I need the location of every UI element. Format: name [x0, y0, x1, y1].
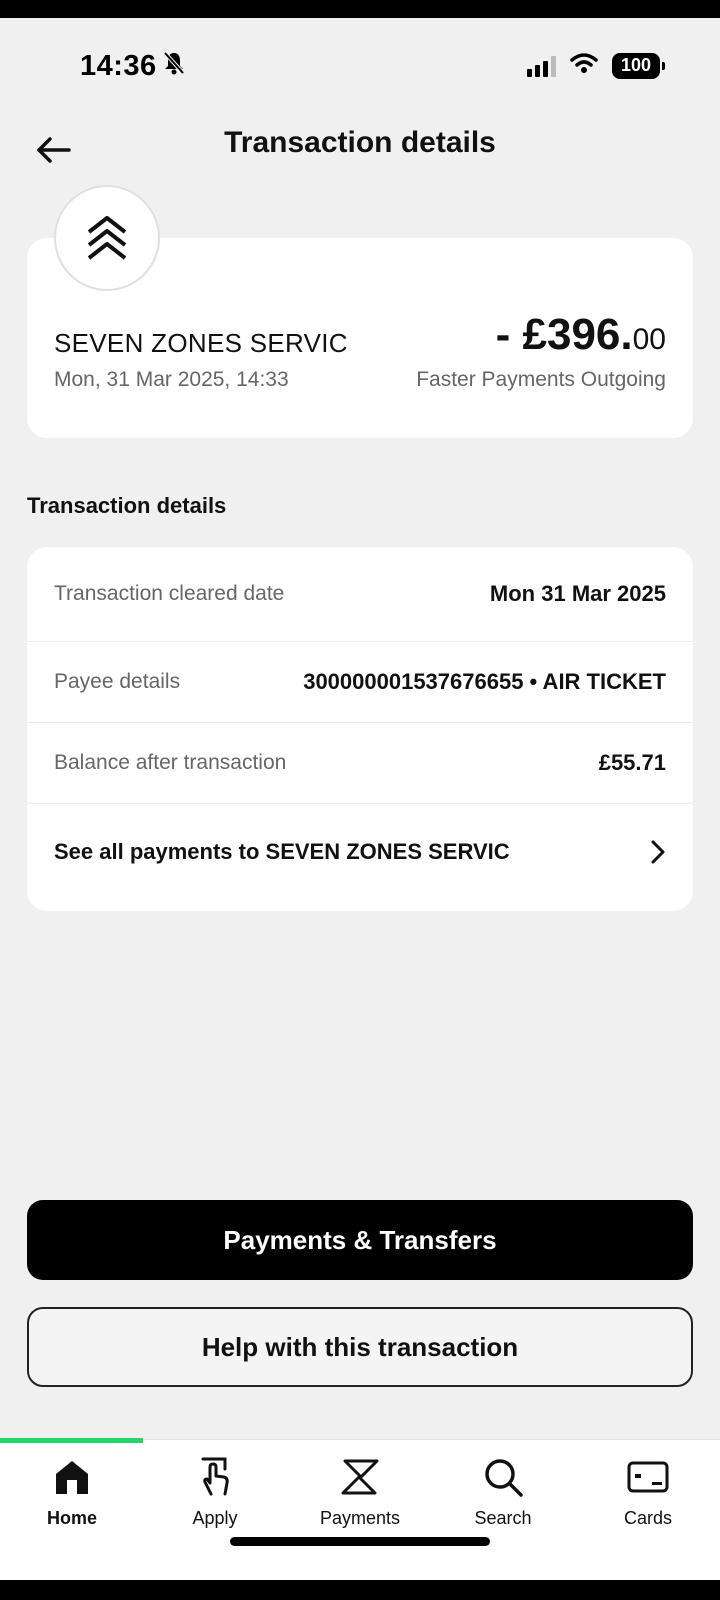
transaction-details-card: Transaction cleared date Mon 31 Mar 2025… — [27, 547, 693, 911]
cellular-signal-icon — [527, 55, 556, 77]
detail-label: Transaction cleared date — [54, 582, 285, 605]
help-with-transaction-button[interactable]: Help with this transaction — [27, 1307, 693, 1387]
search-icon — [480, 1454, 526, 1500]
nav-label: Payments — [319, 1508, 401, 1528]
battery-icon: 100 — [612, 52, 665, 79]
detail-label: Payee details — [54, 670, 181, 693]
home-indicator-bar[interactable] — [230, 1537, 490, 1546]
see-all-payments-label: See all payments to SEVEN ZONES SERVIC — [54, 839, 510, 864]
detail-value: £55.71 — [598, 750, 666, 775]
detail-label: Balance after transaction — [54, 751, 287, 774]
battery-level: 100 — [620, 55, 652, 75]
app-screen: 14:36 100 Transaction details SEVEN ZONE… — [0, 18, 720, 1580]
nav-label: Cards — [623, 1508, 672, 1528]
merchant-name: SEVEN ZONES SERVIC — [54, 328, 348, 358]
details-section-title: Transaction details — [27, 493, 227, 518]
detail-value: Mon 31 Mar 2025 — [489, 581, 666, 606]
wifi-icon — [570, 52, 598, 79]
amount-main: - £396. — [495, 310, 633, 359]
see-all-payments-link[interactable]: See all payments to SEVEN ZONES SERVIC — [27, 804, 693, 900]
transaction-type: Faster Payments Outgoing — [416, 368, 666, 391]
active-tab-indicator — [0, 1438, 143, 1443]
chevron-right-icon — [651, 840, 665, 864]
nav-item-payments[interactable]: Payments — [300, 1454, 420, 1529]
nav-label: Search — [474, 1508, 532, 1528]
nav-item-cards[interactable]: Cards — [588, 1454, 708, 1529]
silent-bell-icon — [163, 50, 185, 83]
status-icons: 100 — [527, 52, 665, 79]
bottom-navigation: Home Apply Payments Search Cards — [0, 1438, 720, 1580]
status-time: 14:36 — [80, 50, 185, 83]
page-title: Transaction details — [224, 126, 496, 159]
card-icon — [625, 1454, 671, 1500]
status-time-text: 14:36 — [80, 50, 157, 82]
detail-row-payee: Payee details 300000001537676655 • AIR T… — [27, 642, 693, 722]
detail-row-balance: Balance after transaction £55.71 — [27, 723, 693, 803]
nav-item-search[interactable]: Search — [443, 1454, 563, 1529]
nav-item-home[interactable]: Home — [12, 1454, 132, 1529]
detail-value: 300000001537676655 • AIR TICKET — [303, 669, 666, 694]
chevrons-up-icon — [87, 216, 127, 260]
payments-transfers-button[interactable]: Payments & Transfers — [27, 1200, 693, 1280]
payments-arrows-icon — [337, 1454, 383, 1500]
transaction-amount: - £396. 00 — [496, 310, 666, 360]
nav-label: Apply — [192, 1508, 238, 1528]
detail-row-cleared-date: Transaction cleared date Mon 31 Mar 2025 — [27, 547, 693, 641]
nav-label: Home — [46, 1508, 97, 1528]
transaction-datetime: Mon, 31 Mar 2025, 14:33 — [54, 368, 289, 391]
home-icon — [49, 1454, 95, 1500]
apply-hand-icon — [192, 1454, 238, 1500]
merchant-logo — [54, 185, 160, 291]
amount-pence: 00 — [632, 323, 666, 356]
nav-item-apply[interactable]: Apply — [155, 1454, 275, 1529]
